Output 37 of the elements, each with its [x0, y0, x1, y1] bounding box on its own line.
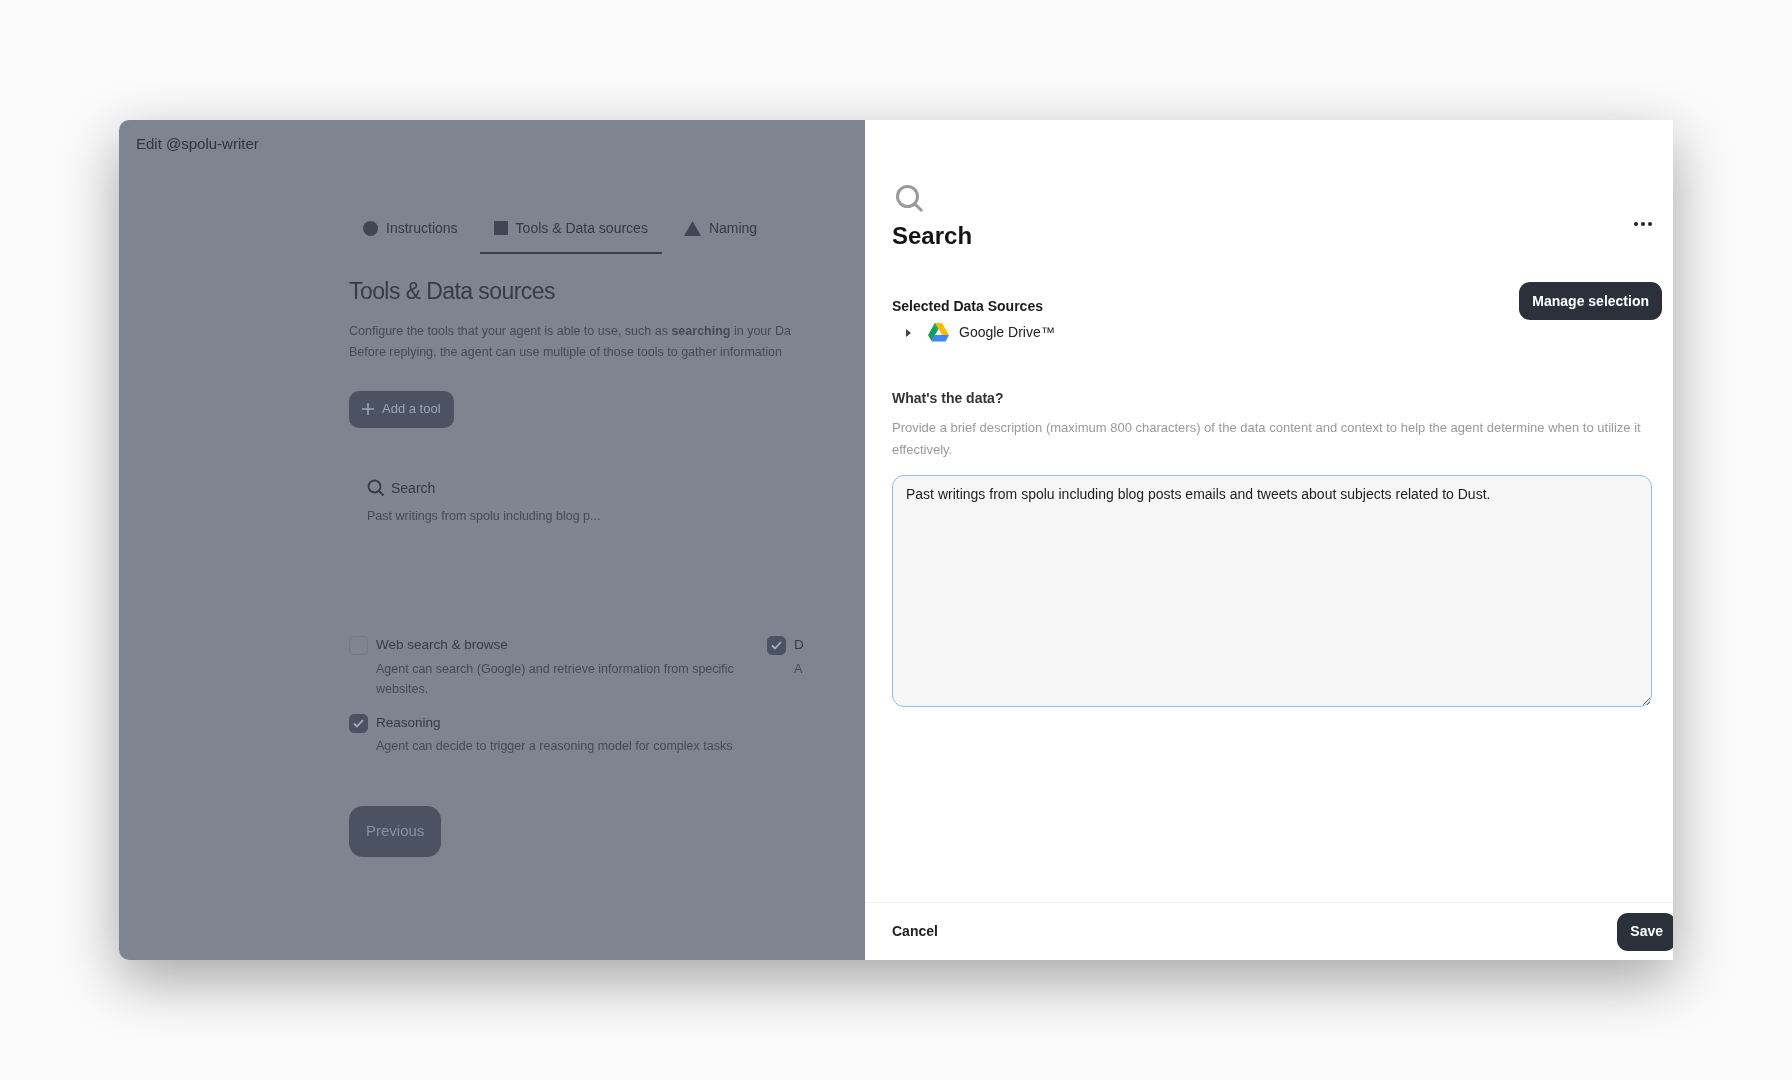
checkbox[interactable]	[767, 636, 786, 656]
search-icon	[367, 479, 385, 497]
panel-title: Search	[892, 221, 973, 251]
option-title: D	[794, 636, 804, 655]
save-button[interactable]: Save	[1617, 912, 1673, 951]
option-description: Agent can search (Google) and retrieve information from specific websites.	[376, 660, 735, 698]
triangle-icon	[683, 220, 701, 236]
add-tool-button[interactable]: Add a tool	[349, 390, 454, 428]
previous-button[interactable]: Previous	[349, 805, 442, 857]
checkbox[interactable]	[349, 713, 368, 733]
drive-icon	[928, 323, 949, 342]
description-text: Before replying, the agent can use multiple of those tools to gather information	[349, 343, 783, 361]
check-icon	[771, 641, 782, 651]
tab[interactable]: Naming	[669, 204, 772, 254]
circle-icon	[363, 220, 378, 236]
section-label: What's the data?	[892, 389, 1005, 408]
option-description: Agent can decide to trigger a reasoning model for complex tasks	[376, 737, 734, 755]
data-source-name: Google Drive™	[959, 323, 1055, 342]
ellipsis-icon	[1634, 222, 1652, 226]
section-label: Selected Data Sources	[892, 297, 1043, 316]
description-field[interactable]: Past writings from spolu including blog posts emails and tweets about subjects related to Dust.	[892, 475, 1652, 707]
help-text: Provide a brief description (maximum 800 characters) of the data content and context to help the agent determine when to utilize it effectively.	[892, 419, 1642, 459]
manage-selection-button[interactable]: Manage selection	[1519, 282, 1662, 320]
editor-title: Edit @spolu-writer	[136, 134, 259, 154]
page-heading: Tools & Data sources	[349, 277, 556, 306]
option-title: Web search & browse	[376, 636, 509, 655]
plus-icon	[362, 403, 374, 415]
option-description: A	[794, 660, 804, 678]
tool-description: Past writings from spolu including blog p...	[367, 507, 602, 525]
search-icon	[895, 184, 925, 214]
option-title: Reasoning	[376, 713, 442, 732]
tab[interactable]: Instructions	[349, 204, 472, 254]
square-icon	[493, 221, 508, 235]
tab[interactable]: Tools & Data sources	[479, 204, 662, 254]
cancel-button[interactable]: Cancel	[879, 912, 951, 951]
tool-title: Search	[391, 478, 436, 498]
check-icon	[353, 718, 364, 728]
